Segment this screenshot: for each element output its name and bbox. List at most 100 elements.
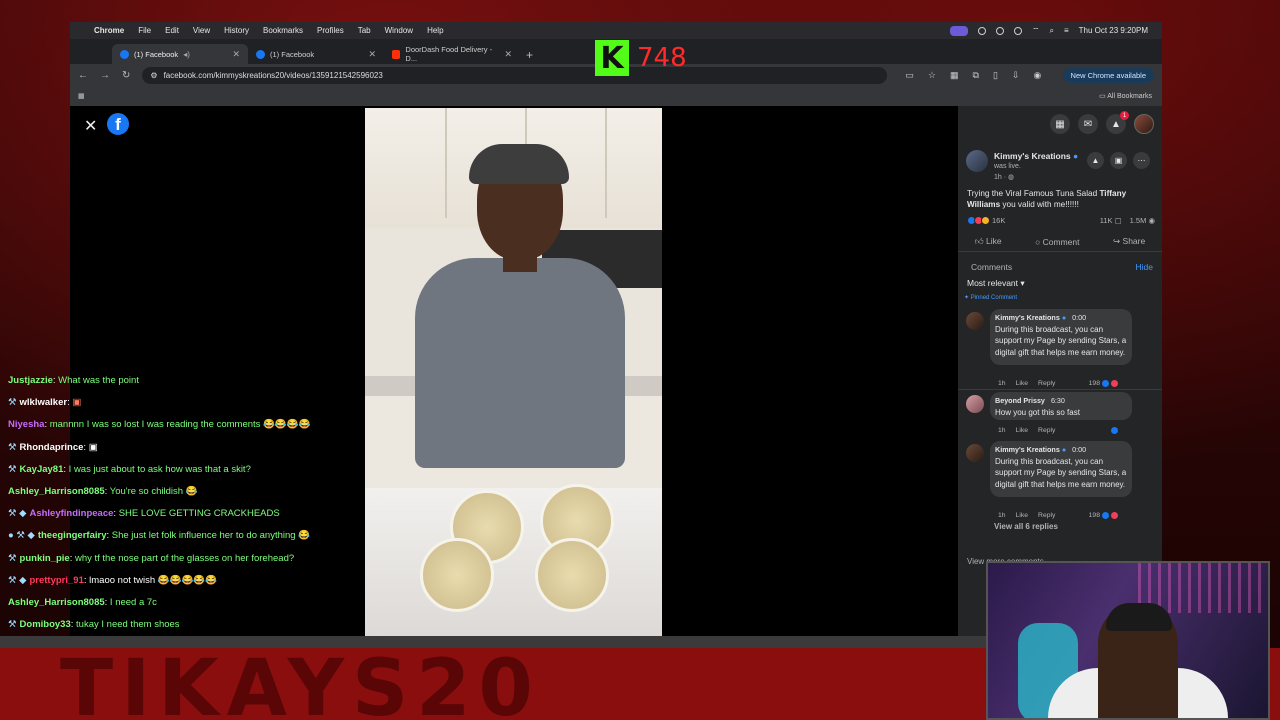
chat-username[interactable]: prettypri_91 [29, 575, 83, 586]
close-icon[interactable]: ✕ [368, 49, 376, 60]
share-button[interactable]: ↪ Share [1113, 236, 1145, 247]
site-info-icon[interactable]: ⚙ [150, 71, 157, 80]
all-bookmarks-label: All Bookmarks [1107, 93, 1152, 100]
status-icon[interactable] [1013, 26, 1022, 35]
menubar-clock[interactable]: Thu Oct 23 9:20PM [1079, 26, 1148, 35]
streamer-webcam [986, 561, 1270, 720]
comment-reactions[interactable]: 198 [1089, 380, 1118, 387]
comment-like-button[interactable]: Like [1016, 512, 1028, 519]
reaction-icons[interactable] [967, 216, 990, 225]
comment-like-button[interactable]: Like [1016, 380, 1028, 387]
status-icon[interactable] [995, 26, 1004, 35]
menu-view[interactable]: View [193, 26, 210, 35]
puzzle-icon[interactable]: ⧉ [973, 70, 979, 81]
apps-grid-icon[interactable]: ▦ [78, 92, 85, 100]
menu-edit[interactable]: Edit [165, 26, 179, 35]
video-player[interactable] [365, 108, 662, 636]
chat-username[interactable]: theegingerfairy [38, 530, 107, 541]
comment-count[interactable]: 11K ▢ [1100, 216, 1122, 225]
wifi-icon[interactable]: ⌔ [1032, 26, 1040, 36]
facebook-logo[interactable]: f [107, 113, 129, 135]
menu-tab[interactable]: Tab [358, 26, 371, 35]
menu-app-name[interactable]: Chrome [94, 26, 124, 35]
chat-username[interactable]: Ashley_Harrison8085 [8, 486, 105, 497]
comment-timestamp[interactable]: 0:00 [1072, 313, 1086, 322]
eye-icon: ◉ [1148, 216, 1155, 225]
new-chrome-available-button[interactable]: New Chrome available [1062, 67, 1154, 83]
comment-reply-button[interactable]: Reply [1038, 427, 1055, 434]
download-icon[interactable]: ⇩ [1012, 70, 1020, 81]
comment-button[interactable]: ○ Comment [1035, 237, 1079, 247]
menu-grid-icon[interactable]: ▦ [1050, 114, 1070, 134]
tab-doordash[interactable]: DoorDash Food Delivery - D... ✕ [384, 44, 520, 64]
chat-username[interactable]: Domiboy33 [20, 619, 71, 630]
bell-icon[interactable]: ▲ [1087, 152, 1104, 169]
chat-username[interactable]: wlklwalker [20, 397, 68, 408]
chat-username[interactable]: Justjazzie [8, 375, 53, 386]
control-center-icon[interactable]: ≡ [1064, 26, 1069, 35]
caption-text: you valid with me!!!!!! [1000, 200, 1079, 209]
comment-reactions[interactable]: 198 [1089, 512, 1118, 519]
forward-icon[interactable]: → [100, 70, 110, 81]
comment-text: During this broadcast, you can support m… [995, 325, 1127, 357]
menu-history[interactable]: History [224, 26, 249, 35]
menu-file[interactable]: File [138, 26, 151, 35]
close-icon[interactable]: ✕ [504, 49, 512, 60]
avatar[interactable] [966, 312, 984, 330]
avatar[interactable] [966, 395, 984, 413]
extension-icon[interactable]: ▦ [950, 70, 959, 81]
profile-icon[interactable]: ◉ [1033, 70, 1041, 81]
menu-profiles[interactable]: Profiles [317, 26, 344, 35]
reaction-count[interactable]: 16K [992, 216, 1005, 225]
status-icon[interactable] [977, 26, 986, 35]
screen-record-icon[interactable] [949, 25, 968, 36]
page-name[interactable]: Kimmy's Kreations ● [994, 151, 1078, 161]
notifications-bell-icon[interactable]: ▲ 1 [1106, 111, 1129, 134]
page-avatar[interactable] [966, 150, 988, 172]
close-icon[interactable]: ✕ [84, 116, 97, 136]
chat-username[interactable]: Ashley_Harrison8085 [8, 597, 105, 608]
close-icon[interactable]: ✕ [232, 49, 240, 60]
tab-facebook-2[interactable]: (1) Facebook ✕ [248, 44, 384, 64]
all-bookmarks-button[interactable]: ▭ All Bookmarks [1099, 92, 1152, 100]
chat-username[interactable]: Niyesha [8, 419, 44, 430]
cast-icon[interactable]: ▭ [905, 70, 914, 81]
chat-username[interactable]: punkin_pie [20, 553, 70, 564]
messenger-icon[interactable]: ✉ [1078, 114, 1098, 134]
comment-timestamp[interactable]: 6:30 [1051, 396, 1065, 405]
menu-bookmarks[interactable]: Bookmarks [263, 26, 303, 35]
back-icon[interactable]: ← [78, 70, 88, 81]
menu-window[interactable]: Window [385, 26, 413, 35]
comment-author[interactable]: Kimmy's Kreations ● 0:00 [995, 445, 1086, 454]
chat-username[interactable]: KayJay81 [20, 464, 64, 475]
more-options-icon[interactable]: ⋯ [1133, 152, 1150, 169]
address-bar[interactable]: ⚙ facebook.com/kimmyskreations20/videos/… [142, 66, 888, 84]
hide-comments-button[interactable]: Hide [1136, 262, 1153, 272]
avatar[interactable] [966, 444, 984, 462]
comment-reply-button[interactable]: Reply [1038, 380, 1055, 387]
speaker-icon[interactable]: ◂) [183, 50, 190, 59]
avatar[interactable] [1134, 114, 1154, 134]
comment-age: 1h [998, 380, 1006, 387]
menu-help[interactable]: Help [427, 26, 443, 35]
chat-username[interactable]: Ashleyfindinpeace [29, 508, 113, 519]
sidepanel-icon[interactable]: ▯ [993, 70, 998, 81]
comment-sort-dropdown[interactable]: Most relevant ▾ [967, 278, 1025, 289]
reload-icon[interactable]: ↻ [122, 70, 130, 81]
comment-reactions[interactable] [1111, 427, 1118, 434]
save-icon[interactable]: ▣ [1110, 152, 1127, 169]
tab-facebook-1[interactable]: (1) Facebook ◂) ✕ [112, 44, 248, 64]
video-frame-person-cap [469, 144, 569, 184]
view-count-text: 1.5M [1129, 216, 1147, 225]
bookmark-star-icon[interactable]: ☆ [928, 70, 936, 81]
view-all-replies-button[interactable]: View all 6 replies [994, 522, 1058, 531]
comment-like-button[interactable]: Like [1016, 427, 1028, 434]
new-tab-button[interactable]: + [526, 48, 533, 62]
comment-author[interactable]: Beyond Prissy 6:30 [995, 396, 1065, 405]
comment-reply-button[interactable]: Reply [1038, 512, 1055, 519]
chat-username[interactable]: Rhondaprince [20, 442, 84, 453]
search-icon[interactable]: ⌕ [1049, 26, 1053, 36]
comment-author[interactable]: Kimmy's Kreations ● 0:00 [995, 313, 1086, 322]
like-button[interactable]: 👍︎ Like [975, 236, 1002, 247]
comment-timestamp[interactable]: 0:00 [1072, 445, 1086, 454]
